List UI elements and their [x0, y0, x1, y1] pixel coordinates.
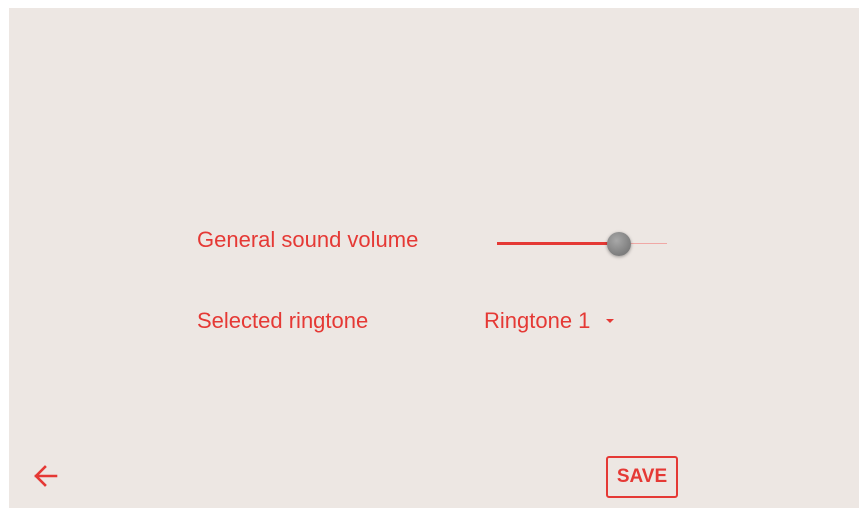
slider-thumb[interactable] [607, 232, 631, 256]
slider-fill [497, 242, 619, 245]
sound-settings-screen: General sound volume Selected ringtone R… [9, 8, 859, 508]
caret-down-icon [606, 319, 615, 323]
save-button[interactable]: SAVE [606, 456, 678, 498]
ringtone-selected-value: Ringtone 1 [484, 308, 591, 333]
arrow-left-icon [34, 465, 58, 487]
ringtone-label: Selected ringtone [197, 308, 369, 333]
volume-label: General sound volume [197, 227, 419, 252]
volume-slider[interactable] [497, 232, 667, 256]
back-button[interactable] [29, 460, 63, 492]
ringtone-dropdown[interactable]: Ringtone 1 [484, 306, 615, 336]
